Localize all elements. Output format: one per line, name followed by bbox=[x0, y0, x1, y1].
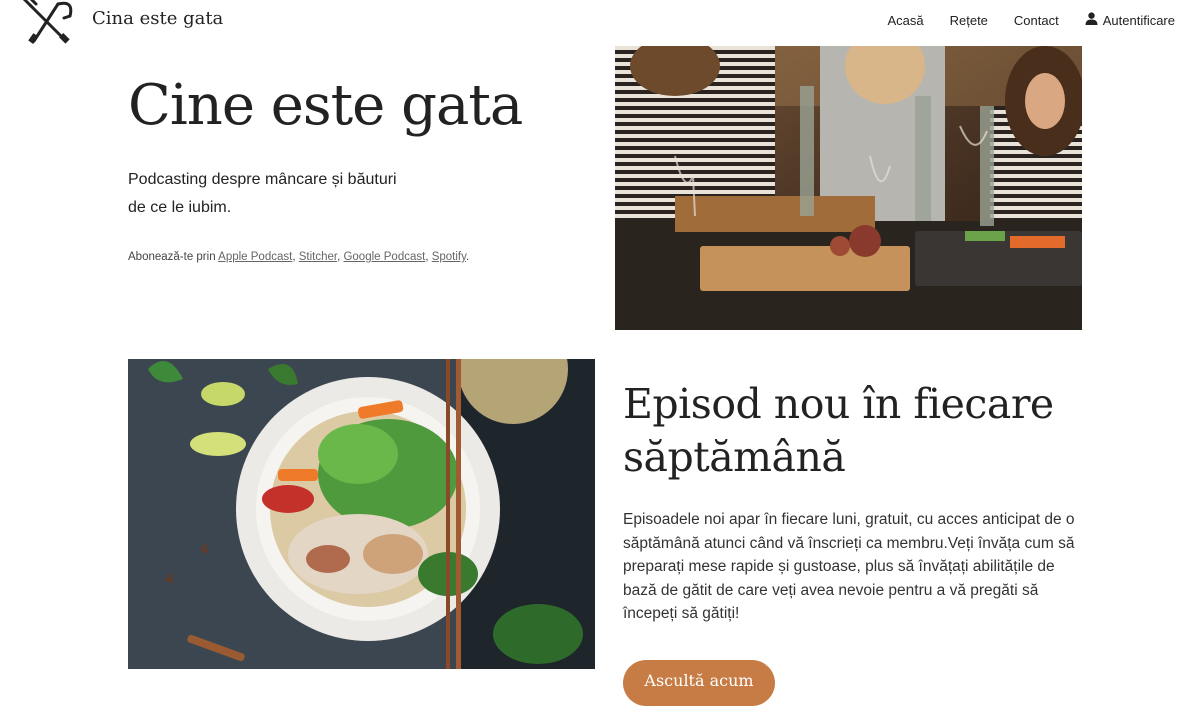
listen-now-button[interactable]: Ascultă acum bbox=[623, 660, 775, 706]
site-title[interactable]: Cina este gata bbox=[92, 8, 223, 29]
fork-knife-icon[interactable] bbox=[20, 0, 80, 44]
link-stitcher[interactable]: Stitcher bbox=[299, 251, 337, 263]
link-spotify[interactable]: Spotify bbox=[432, 251, 466, 263]
main-nav: Acasă Rețete Contact Autentificare bbox=[887, 12, 1175, 28]
nav-item-autentificare-label: Autentificare bbox=[1102, 12, 1175, 28]
nav-item-retete[interactable]: Rețete bbox=[950, 12, 988, 28]
subscribe-prefix: Abonează-te prin bbox=[128, 251, 216, 263]
section-body: Episoadele noi apar în fiecare luni, gra… bbox=[623, 511, 1075, 622]
hero-subtitle: Podcasting despre mâncare și băuturi de … bbox=[128, 171, 397, 216]
nav-item-contact[interactable]: Contact bbox=[1014, 12, 1059, 28]
nav-item-acasa[interactable]: Acasă bbox=[887, 12, 923, 28]
noodle-bowl-photo bbox=[128, 359, 595, 669]
friends-dinner-photo bbox=[615, 46, 1082, 330]
subscribe-end: . bbox=[466, 251, 470, 263]
site-header: Cina este gata Acasă Rețete Contact Aute… bbox=[0, 0, 1200, 44]
subscribe-line: Abonează-te prin Apple Podcast, Stitcher… bbox=[128, 251, 469, 263]
hero-title: Cine este gata bbox=[128, 73, 523, 138]
user-icon bbox=[1085, 12, 1098, 28]
section-title: Episod nou în fiecare săptămână bbox=[623, 380, 1054, 481]
nav-item-autentificare[interactable]: Autentificare bbox=[1085, 12, 1175, 28]
link-apple-podcast[interactable]: Apple Podcast bbox=[218, 251, 292, 263]
link-google-podcast[interactable]: Google Podcast bbox=[343, 251, 425, 263]
